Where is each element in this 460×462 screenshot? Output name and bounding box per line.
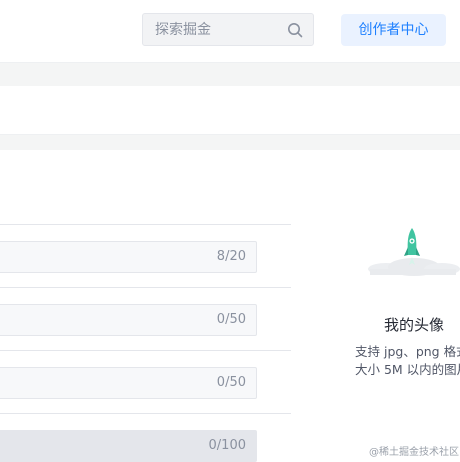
char-counter: 0/100 xyxy=(208,438,246,453)
top-header: 创作者中心 xyxy=(0,0,460,62)
page-gap-top xyxy=(0,62,460,87)
tab-bar-strip xyxy=(0,86,460,134)
form-divider xyxy=(0,224,291,225)
avatar-title: 我的头像 xyxy=(384,316,445,334)
page-gap-middle xyxy=(0,134,460,151)
search-box[interactable] xyxy=(142,13,314,46)
char-counter: 8/20 xyxy=(216,249,246,264)
rocket-icon xyxy=(368,228,460,276)
form-divider xyxy=(0,287,291,288)
form-divider xyxy=(0,413,291,414)
watermark: @稀土掘金技术社区 xyxy=(369,447,459,458)
form-field-3[interactable]: 0/50 xyxy=(0,367,257,399)
avatar-hint-size: 大小 5M 以内的图片 xyxy=(355,362,460,377)
search-input[interactable] xyxy=(143,14,295,45)
form-divider xyxy=(0,350,291,351)
creator-center-button[interactable]: 创作者中心 xyxy=(341,14,446,46)
form-field-1[interactable]: 8/20 xyxy=(0,241,257,273)
char-counter: 0/50 xyxy=(216,375,246,390)
form-field-4[interactable]: 0/100 xyxy=(0,430,257,462)
char-counter: 0/50 xyxy=(216,312,246,327)
form-field-2[interactable]: 0/50 xyxy=(0,304,257,336)
search-icon[interactable] xyxy=(287,22,303,38)
avatar-hint-format: 支持 jpg、png 格式 xyxy=(355,344,460,359)
